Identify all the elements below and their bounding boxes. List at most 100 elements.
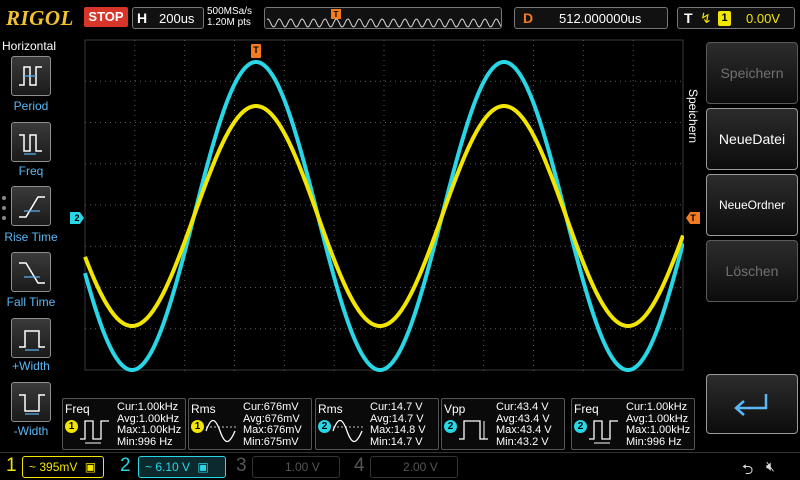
- svg-text:T: T: [334, 10, 339, 19]
- period-button[interactable]: [11, 56, 51, 96]
- rise-time-label: Rise Time: [4, 230, 58, 244]
- negative-width-icon: [19, 394, 45, 415]
- ch4-number[interactable]: 4: [354, 455, 365, 477]
- enter-button[interactable]: [706, 374, 798, 434]
- measurement-max: Max:676mV: [243, 424, 302, 436]
- measurement-name: Freq: [65, 402, 90, 416]
- trigger-key: T: [684, 10, 693, 26]
- measure-sidebar: Horizontal Period Freq Rise Time Fall Ti…: [0, 36, 62, 452]
- ch1-coupling: ~: [29, 460, 37, 474]
- sample-rate: 500MSa/s: [207, 6, 253, 17]
- measurement-rms-ch2[interactable]: Rms 2 Cur:14.7 V Avg:14.7 V Max:14.8 V M…: [315, 398, 439, 450]
- measurement-channel: 2: [444, 420, 457, 433]
- ch2-number[interactable]: 2: [120, 455, 131, 477]
- brand-logo: RIGOL: [6, 6, 74, 30]
- ch1-scale: 395mV: [39, 460, 78, 474]
- top-status-bar: RIGOL STOP H 200us 500MSa/s 1.20M pts T …: [0, 0, 800, 36]
- measurement-min: Min:14.7 V: [370, 435, 423, 448]
- acquisition-info: 500MSa/s 1.20M pts: [207, 6, 252, 28]
- memory-overview-strip[interactable]: T: [264, 7, 502, 29]
- pulse-period-icon: [589, 420, 618, 444]
- delete-button[interactable]: Löschen: [706, 240, 798, 302]
- measurement-cur: Cur:1.00kHz: [626, 401, 688, 413]
- positive-width-button[interactable]: [11, 318, 51, 358]
- measurement-values: Cur:43.4 V Avg:43.4 V Max:43.4 V Min:43.…: [496, 401, 552, 448]
- freq-button[interactable]: [11, 122, 51, 162]
- ch1-bw-icon: ▣: [84, 460, 97, 474]
- menu-title-text: Speichern: [686, 88, 700, 144]
- trigger-position-marker: T: [251, 44, 261, 58]
- save-button[interactable]: Speichern: [706, 42, 798, 104]
- new-file-button[interactable]: NeueDatei: [706, 108, 798, 170]
- measurement-name: Vpp: [444, 402, 466, 416]
- memory-depth: 1.20M pts: [207, 17, 251, 28]
- menu-title: Speichern: [686, 76, 702, 156]
- save-menu: Speichern Speichern NeueDatei NeueOrdner…: [686, 36, 800, 452]
- measurement-cur: Cur:43.4 V: [496, 401, 549, 413]
- ch2-scale-box[interactable]: ~ 6.10 V ▣: [138, 456, 226, 478]
- horizontal-key: H: [137, 10, 148, 26]
- rise-time-icon: [19, 196, 45, 218]
- fall-time-button[interactable]: [11, 252, 51, 292]
- measurement-channel: 1: [65, 420, 78, 433]
- period-icon: [19, 66, 42, 86]
- ch4-scale: 2.00 V: [403, 460, 438, 474]
- delay-box[interactable]: D 512.000000us: [514, 7, 668, 29]
- pulse-vpp-icon: [459, 420, 488, 440]
- measurement-cur: Cur:676mV: [243, 401, 299, 413]
- period-label: Period: [13, 99, 49, 113]
- measurement-rms-ch1[interactable]: Rms 1 Cur:676mV Avg:676mV Max:676mV Min:…: [188, 398, 312, 450]
- ch4-scale-box[interactable]: 2.00 V: [370, 456, 458, 478]
- measurement-max: Max:1.00kHz: [626, 424, 691, 436]
- trigger-box[interactable]: T ↯ 1 0.00V: [677, 7, 795, 29]
- measurement-max: Max:14.8 V: [370, 424, 426, 436]
- enter-icon: [734, 394, 768, 416]
- ch2-bw-icon: ▣: [197, 460, 209, 474]
- positive-width-icon: [19, 330, 45, 351]
- page-indicator: [2, 196, 6, 226]
- measurement-max: Max:43.4 V: [496, 424, 552, 436]
- measurement-name: Freq: [574, 402, 599, 416]
- freq-label: Freq: [18, 164, 44, 178]
- run-stop-status[interactable]: STOP: [84, 7, 128, 27]
- rise-time-button[interactable]: [11, 186, 51, 226]
- measurement-min: Min:996 Hz: [117, 435, 173, 448]
- sidebar-title: Horizontal: [2, 39, 57, 53]
- measurement-cur: Cur:1.00kHz: [117, 401, 179, 413]
- freq-icon: [19, 134, 42, 155]
- measurement-freq-ch1[interactable]: Freq 1 Cur:1.00kHz Avg:1.00kHz Max:1.00k…: [62, 398, 186, 450]
- horizontal-timebase-box[interactable]: H 200us: [132, 7, 204, 29]
- measurement-vpp-ch2[interactable]: Vpp 2 Cur:43.4 V Avg:43.4 V Max:43.4 V M…: [441, 398, 565, 450]
- memory-waveform-icon: T: [266, 9, 501, 28]
- trigger-level: 0.00V: [746, 11, 780, 26]
- measurement-name: Rms: [191, 402, 216, 416]
- measurement-values: Cur:1.00kHz Avg:1.00kHz Max:1.00kHz Min:…: [626, 401, 691, 448]
- ch3-scale: 1.00 V: [285, 460, 320, 474]
- measurement-values: Cur:1.00kHz Avg:1.00kHz Max:1.00kHz Min:…: [117, 401, 181, 448]
- fall-time-label: Fall Time: [6, 295, 56, 309]
- negative-width-label: -Width: [13, 424, 49, 438]
- ch2-scale: 6.10 V: [155, 460, 191, 474]
- delay-key: D: [523, 10, 534, 26]
- speaker-muted-icon: 🔇︎: [766, 458, 775, 474]
- measurement-min: Min:996 Hz: [626, 435, 682, 448]
- measurement-name: Rms: [318, 402, 343, 416]
- negative-width-button[interactable]: [11, 382, 51, 422]
- measurement-min: Min:43.2 V: [496, 435, 549, 448]
- measurement-freq-ch2[interactable]: Freq 2 Cur:1.00kHz Avg:1.00kHz Max:1.00k…: [571, 398, 695, 450]
- sine-rms-icon: [205, 419, 237, 443]
- ch3-number[interactable]: 3: [236, 455, 247, 477]
- ch1-scale-box[interactable]: ~ 395mV ▣: [22, 456, 104, 478]
- measurement-values: Cur:676mV Avg:676mV Max:676mV Min:675mV: [243, 401, 302, 448]
- waveform-display[interactable]: T 2 T Freq 1 Cur:1.00kHz Avg:1.00kHz Max…: [62, 36, 700, 452]
- measurement-cur: Cur:14.7 V: [370, 401, 423, 413]
- measurement-channel: 2: [574, 420, 587, 433]
- waveform-grid: [83, 39, 684, 372]
- fall-time-icon: [19, 262, 45, 284]
- ch3-scale-box[interactable]: 1.00 V: [252, 456, 340, 478]
- new-folder-button[interactable]: NeueOrdner: [706, 174, 798, 236]
- measurement-channel: 1: [191, 420, 204, 433]
- delay-value: 512.000000us: [559, 11, 642, 26]
- ch1-number[interactable]: 1: [6, 455, 17, 477]
- sine-rms-icon: [332, 419, 364, 443]
